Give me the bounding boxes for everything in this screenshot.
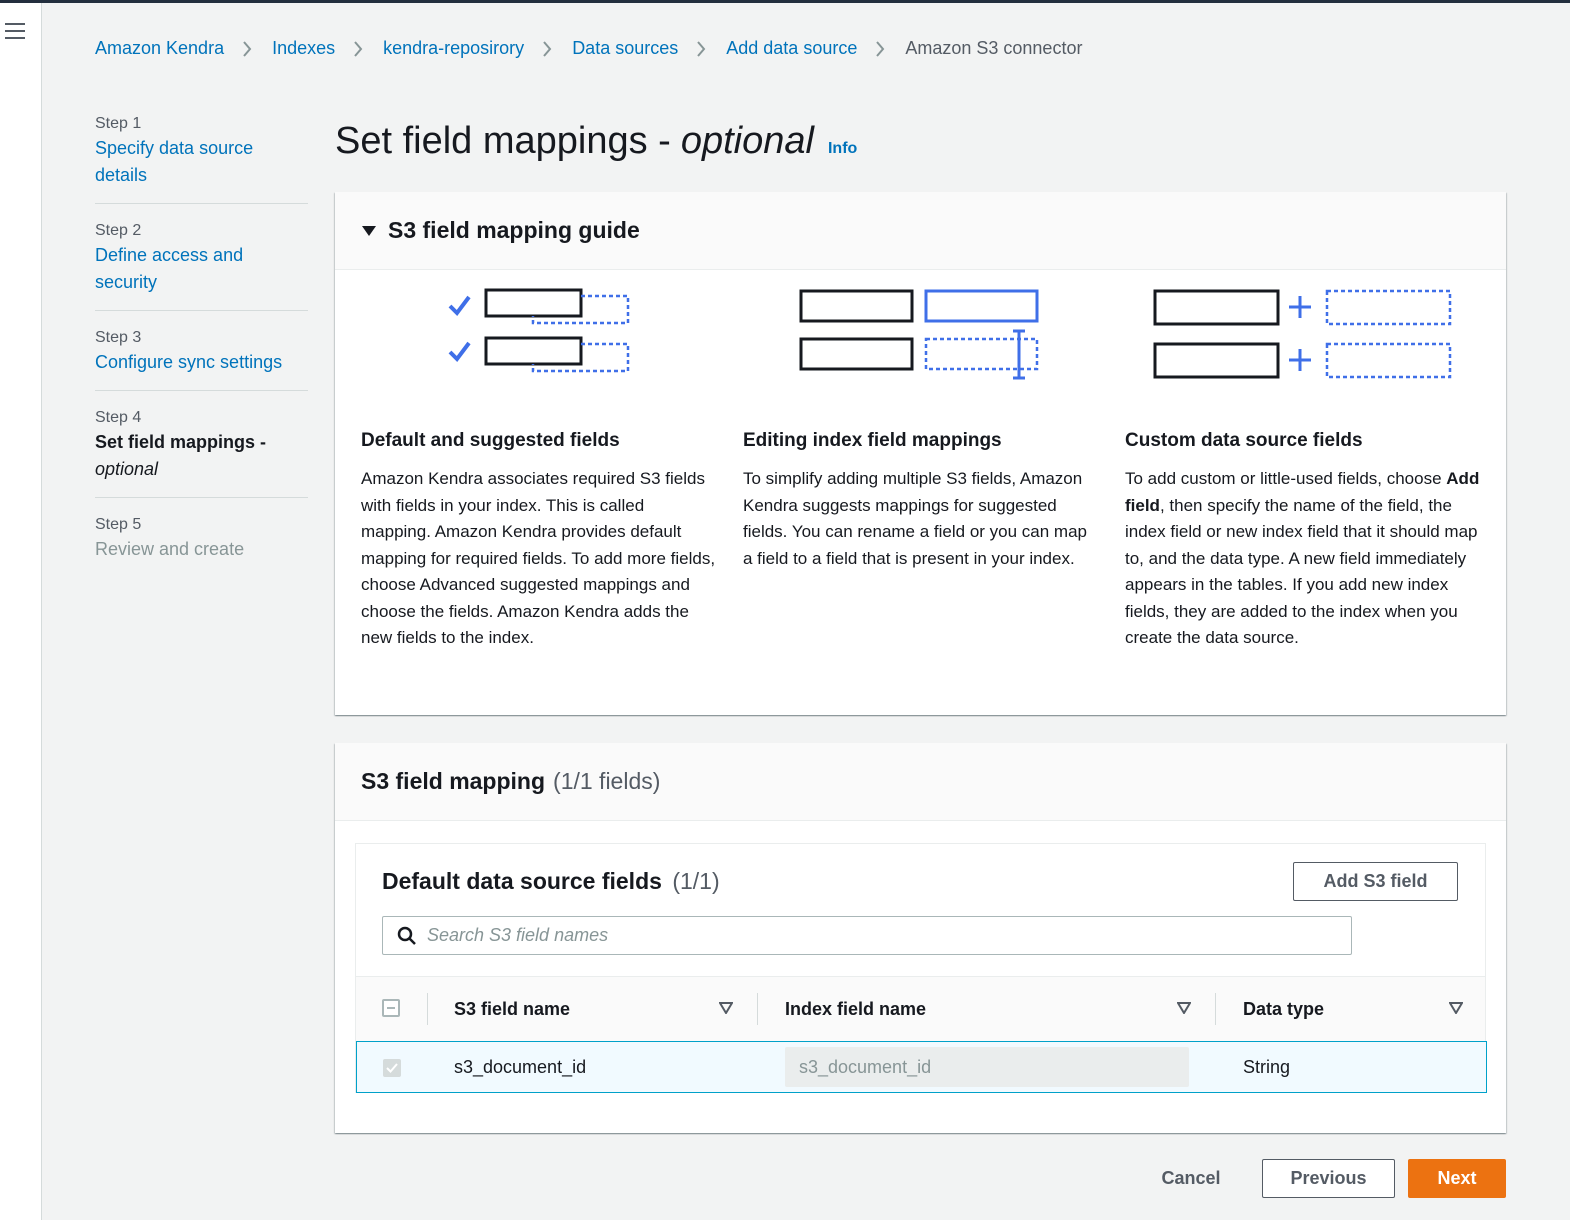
previous-button[interactable]: Previous	[1262, 1159, 1395, 1198]
chevron-right-icon	[242, 40, 254, 58]
step-link-sync-settings[interactable]: Configure sync settings	[95, 349, 308, 376]
guide-heading-editing: Editing index field mappings	[743, 430, 1002, 451]
guide-text-default: Amazon Kendra associates required S3 fie…	[361, 469, 716, 647]
mapping-title: S3 field mapping	[361, 768, 546, 794]
breadcrumb-data-sources[interactable]: Data sources	[572, 38, 678, 59]
column-header-data-type[interactable]: Data type	[1243, 977, 1324, 1041]
chevron-right-icon	[353, 40, 365, 58]
guide-title: S3 field mapping guide	[388, 217, 640, 243]
sort-triangle-icon[interactable]	[1177, 1002, 1191, 1014]
side-rail	[0, 3, 42, 1220]
default-fields-table: Default data source fields (1/1) Add S3 …	[355, 843, 1487, 1093]
cell-data-type: String	[1243, 1056, 1291, 1077]
cancel-button[interactable]: Cancel	[1145, 1159, 1237, 1198]
page-title-main: Set field mappings -	[335, 120, 671, 162]
column-divider	[1215, 993, 1216, 1025]
table-title-text: Default data source fields	[382, 868, 662, 894]
step-title-optional: optional	[95, 459, 159, 479]
breadcrumb-add-data-source[interactable]: Add data source	[726, 38, 857, 59]
mapping-count: (1/1 fields)	[553, 768, 661, 794]
wizard-step-3: Step 3 Configure sync settings	[95, 327, 308, 391]
step-link-access-security[interactable]: Define access and security	[95, 242, 308, 296]
page-title-optional: optional	[680, 120, 814, 162]
editing-mappings-illustration	[743, 284, 1098, 394]
select-all-checkbox[interactable]	[382, 999, 400, 1017]
breadcrumb-current: Amazon S3 connector	[905, 38, 1083, 58]
field-mapping-guide: S3 field mapping guide Default and sugge…	[335, 192, 1506, 715]
menu-icon[interactable]	[5, 23, 25, 41]
table-title: Default data source fields (1/1)	[382, 868, 720, 895]
wizard-step-2: Step 2 Define access and security	[95, 220, 308, 311]
guide-column-default: Default and suggested fields Amazon Kend…	[361, 284, 716, 652]
column-header-index-field[interactable]: Index field name	[785, 977, 926, 1041]
guide-text-custom: To add custom or little-used fields, cho…	[1125, 466, 1480, 652]
next-button[interactable]: Next	[1408, 1159, 1506, 1198]
step-number: Step 5	[95, 516, 142, 533]
step-number: Step 4	[95, 409, 142, 426]
guide-text-custom-post: , then specify the name of the field, th…	[1125, 495, 1478, 648]
guide-text-custom-pre: To add custom or little-used fields, cho…	[1125, 469, 1447, 488]
wizard-step-1: Step 1 Specify data source details	[95, 113, 308, 204]
wizard-step-5: Step 5 Review and create	[95, 514, 308, 577]
sort-triangle-icon[interactable]	[719, 1002, 733, 1014]
breadcrumb-amazon-kendra[interactable]: Amazon Kendra	[95, 38, 224, 59]
search-input[interactable]	[427, 925, 1327, 946]
step-review-create: Review and create	[95, 539, 245, 559]
breadcrumb-indexes[interactable]: Indexes	[272, 38, 335, 59]
add-s3-field-button[interactable]: Add S3 field	[1293, 862, 1458, 901]
guide-column-custom: Custom data source fields To add custom …	[1125, 284, 1480, 652]
step-number: Step 1	[95, 115, 142, 132]
guide-heading-default: Default and suggested fields	[361, 430, 620, 451]
breadcrumb-index-name[interactable]: kendra-reposirory	[383, 38, 524, 59]
step-number: Step 3	[95, 329, 142, 346]
wizard-step-4: Step 4 Set field mappings - optional	[95, 407, 308, 498]
column-divider	[757, 993, 758, 1025]
search-icon	[397, 926, 416, 945]
column-header-s3-field[interactable]: S3 field name	[454, 977, 570, 1041]
cell-s3-field-name: s3_document_id	[454, 1056, 587, 1077]
s3-field-mapping-panel: S3 field mapping (1/1 fields) Default da…	[335, 743, 1506, 1133]
page-title: Set field mappings - optional Info	[335, 120, 857, 163]
step-current-field-mappings: Set field mappings - optional	[95, 429, 308, 483]
guide-heading-custom: Custom data source fields	[1125, 430, 1363, 451]
info-link[interactable]: Info	[828, 140, 857, 158]
step-title-main: Set field mappings -	[95, 432, 267, 452]
step-link-specify-details[interactable]: Specify data source details	[95, 135, 308, 189]
default-fields-illustration	[361, 284, 716, 394]
guide-column-editing: Editing index field mappings To simplify…	[743, 284, 1098, 572]
mapping-header: S3 field mapping (1/1 fields)	[335, 743, 1506, 821]
step-number: Step 2	[95, 222, 142, 239]
breadcrumb: Amazon Kendra Indexes kendra-reposirory …	[95, 38, 1082, 59]
guide-expander[interactable]: S3 field mapping guide	[335, 192, 1506, 270]
chevron-right-icon	[875, 40, 887, 58]
sort-triangle-icon[interactable]	[1449, 1002, 1463, 1014]
guide-text-editing: To simplify adding multiple S3 fields, A…	[743, 469, 1087, 568]
caret-down-icon	[362, 225, 376, 236]
table-row[interactable]: s3_document_id s3_document_id String	[356, 1041, 1487, 1093]
chevron-right-icon	[542, 40, 554, 58]
wizard-steps: Step 1 Specify data source details Step …	[95, 113, 308, 593]
search-box	[382, 916, 1352, 955]
top-bar	[0, 0, 1570, 3]
table-count: (1/1)	[672, 868, 720, 894]
index-field-input: s3_document_id	[785, 1047, 1189, 1087]
table-header: S3 field name Index field name Data type	[356, 976, 1485, 1042]
column-divider	[427, 993, 428, 1025]
chevron-right-icon	[696, 40, 708, 58]
custom-fields-illustration	[1125, 284, 1480, 394]
row-checkbox	[383, 1059, 401, 1077]
